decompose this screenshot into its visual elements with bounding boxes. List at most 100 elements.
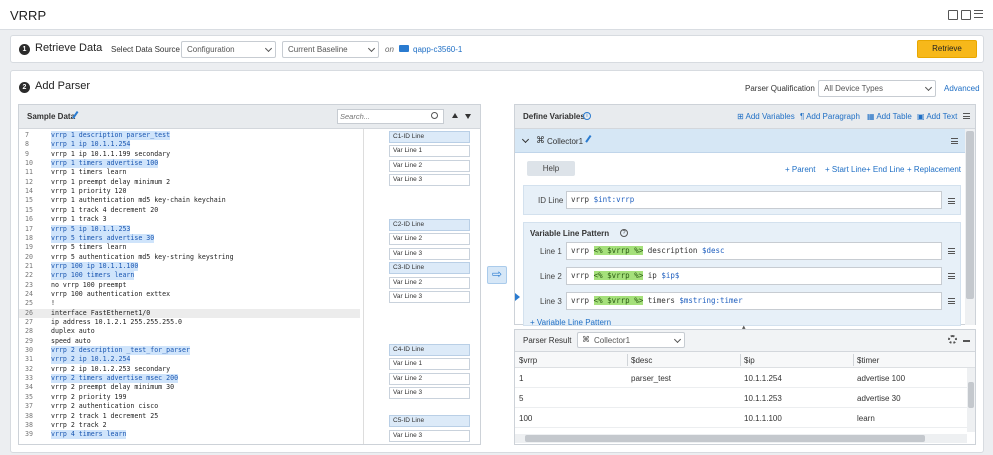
variable-line-input[interactable]: vrrp <% $vrrp %> timers $mstring:timer: [566, 292, 942, 310]
edit-pencil-icon[interactable]: [585, 135, 595, 145]
code-line[interactable]: 21 vrrp 100 ip 10.1.1.100: [19, 261, 360, 271]
code-line[interactable]: 38 vrrp 2 track 2: [19, 421, 360, 430]
code-line[interactable]: 15 vrrp 1 track 4 decrement 20: [19, 206, 360, 215]
save-icon[interactable]: [948, 10, 958, 20]
code-line[interactable]: 17 vrrp 5 ip 10.1.1.253: [19, 224, 360, 234]
code-line[interactable]: 33 vrrp 2 timers advertise msec 200: [19, 374, 360, 384]
collector-id-line-marker[interactable]: C1-ID Line: [389, 131, 470, 143]
arrow-down-icon[interactable]: [465, 114, 471, 119]
add-start-line-link[interactable]: + Start Line: [825, 165, 866, 174]
search-input[interactable]: [340, 111, 426, 122]
collector-id-line-marker[interactable]: C4-ID Line: [389, 344, 470, 356]
define-scrollbar[interactable]: [965, 129, 975, 325]
column-divider[interactable]: [740, 354, 741, 366]
variable-line-input[interactable]: vrrp <% $vrrp %> ip $ip$: [566, 267, 942, 285]
code-line[interactable]: 16 vrrp 1 track 3: [19, 215, 360, 224]
code-line[interactable]: 38 vrrp 2 track 1 decrement 25: [19, 412, 360, 421]
column-header[interactable]: $ip: [744, 356, 755, 365]
code-line[interactable]: 23 no vrrp 100 preempt: [19, 281, 360, 290]
collapse-chevron-icon[interactable]: [521, 135, 530, 144]
collector-id-line-marker[interactable]: C5-ID Line: [389, 415, 470, 427]
result-hscrollbar[interactable]: [515, 434, 967, 443]
id-line-menu-icon[interactable]: [948, 198, 955, 204]
minimize-icon[interactable]: [963, 340, 970, 342]
define-scrollbar-thumb[interactable]: [966, 131, 974, 299]
advanced-link[interactable]: Advanced: [944, 84, 980, 93]
code-line[interactable]: 31 vrrp 2 ip 10.1.2.254: [19, 355, 360, 365]
gear-icon[interactable]: [948, 335, 957, 344]
code-line[interactable]: 11 vrrp 1 timers learn: [19, 168, 360, 177]
variable-line-menu-icon[interactable]: [948, 298, 955, 304]
code-line[interactable]: 10 vrrp 1 timers advertise 100: [19, 159, 360, 169]
variable-line-input[interactable]: vrrp <% $vrrp %> description $desc: [566, 242, 942, 260]
id-line-input[interactable]: vrrp $int:vrrp: [566, 191, 942, 209]
code-line[interactable]: 24 vrrp 100 authentication exttex: [19, 290, 360, 299]
code-line[interactable]: 28 duplex auto: [19, 327, 360, 336]
sample-data-code[interactable]: 7 vrrp 1 description parser_test 8 vrrp 1 i…: [19, 129, 364, 444]
table-row[interactable]: 2_test_for_parser10.1.2.254advertise mse…: [515, 428, 967, 432]
column-header[interactable]: $vrrp: [519, 356, 537, 365]
help-circle-icon[interactable]: ?: [620, 229, 628, 237]
code-line[interactable]: 7 vrrp 1 description parser_test: [19, 131, 360, 140]
result-collector-select[interactable]: ⌘ Collector1: [577, 332, 685, 348]
var-line-marker[interactable]: Var Line 2: [389, 160, 470, 172]
add-replacement-link[interactable]: + Replacement: [907, 165, 961, 174]
code-line[interactable]: 26 interface FastEthernet1/0: [19, 308, 360, 318]
code-line[interactable]: 27 ip address 10.1.2.1 255.255.255.0: [19, 318, 360, 327]
code-line[interactable]: 9 vrrp 1 ip 10.1.1.199 secondary: [19, 150, 360, 159]
parser-qualification-select[interactable]: All Device Types: [818, 80, 936, 97]
help-button[interactable]: Help: [527, 161, 575, 176]
var-line-marker[interactable]: Var Line 3: [389, 174, 470, 186]
var-line-marker[interactable]: Var Line 1: [389, 358, 470, 370]
code-line[interactable]: 30 vrrp 2 description _test_for_parser: [19, 346, 360, 356]
column-divider[interactable]: [853, 354, 854, 366]
var-line-marker[interactable]: Var Line 1: [389, 145, 470, 157]
code-line[interactable]: 39 vrrp 4 timers learn: [19, 430, 360, 440]
retrieve-button[interactable]: Retrieve: [917, 40, 977, 58]
code-line[interactable]: 29 speed auto: [19, 337, 360, 346]
add-paragraph-button[interactable]: ¶ Add Paragraph: [800, 112, 860, 121]
search-icon[interactable]: [431, 112, 438, 119]
table-row[interactable]: 5 10.1.1.253 advertise 30: [515, 388, 967, 408]
add-variable-line-pattern-link[interactable]: + Variable Line Pattern: [530, 318, 611, 327]
code-line[interactable]: 35 vrrp 2 priority 199: [19, 393, 360, 402]
variable-line-menu-icon[interactable]: [948, 248, 955, 254]
info-icon[interactable]: i: [583, 112, 591, 120]
result-hscrollbar-thumb[interactable]: [525, 435, 925, 442]
var-line-marker[interactable]: Var Line 3: [389, 291, 470, 303]
code-line[interactable]: 20 vrrp 5 authentication md5 key-string k…: [19, 253, 360, 262]
result-vscrollbar-thumb[interactable]: [968, 382, 974, 408]
collector-id-line-marker[interactable]: C2-ID Line: [389, 219, 470, 231]
code-line[interactable]: 8 vrrp 1 ip 10.1.1.254: [19, 140, 360, 150]
add-table-button[interactable]: ▦ Add Table: [867, 112, 912, 121]
add-variables-button[interactable]: ⊞ Add Variables: [737, 112, 795, 121]
table-row[interactable]: 100 10.1.1.100 learn: [515, 408, 967, 428]
var-line-marker[interactable]: Var Line 2: [389, 277, 470, 289]
code-line[interactable]: 12 vrrp 1 preempt delay minimum 2: [19, 178, 360, 187]
variable-line-menu-icon[interactable]: [948, 273, 955, 279]
save-as-icon[interactable]: [961, 10, 971, 20]
collector-id-line-marker[interactable]: C3-ID Line: [389, 262, 470, 274]
column-header[interactable]: $timer: [857, 356, 879, 365]
code-line[interactable]: 22 vrrp 100 timers learn: [19, 271, 360, 281]
result-vscrollbar[interactable]: [967, 368, 975, 432]
transfer-arrow-icon[interactable]: ⇨: [487, 266, 507, 284]
device-link[interactable]: qapp-c3560-1: [413, 45, 462, 54]
code-line[interactable]: 14 vrrp 1 priority 120: [19, 187, 360, 196]
code-line[interactable]: 34 vrrp 2 preempt delay minimum 30: [19, 383, 360, 392]
define-menu-icon[interactable]: [963, 113, 970, 119]
var-line-marker[interactable]: Var Line 3: [389, 387, 470, 399]
code-line[interactable]: 25!: [19, 299, 360, 308]
column-divider[interactable]: [627, 354, 628, 366]
code-line[interactable]: 18 vrrp 5 timers advertise 30: [19, 233, 360, 243]
code-line[interactable]: 32 vrrp 2 ip 10.1.2.253 secondary: [19, 365, 360, 374]
add-parent-link[interactable]: + Parent: [785, 165, 815, 174]
column-header[interactable]: $desc: [631, 356, 652, 365]
code-line[interactable]: 19 vrrp 5 timers learn: [19, 243, 360, 252]
add-end-line-link[interactable]: + End Line: [866, 165, 904, 174]
var-line-marker[interactable]: Var Line 2: [389, 233, 470, 245]
code-line[interactable]: 15 vrrp 1 authentication md5 key-chain ke…: [19, 196, 360, 205]
baseline-select[interactable]: Current Baseline: [282, 41, 379, 58]
var-line-marker[interactable]: Var Line 2: [389, 373, 470, 385]
var-line-marker[interactable]: Var Line 3: [389, 248, 470, 260]
